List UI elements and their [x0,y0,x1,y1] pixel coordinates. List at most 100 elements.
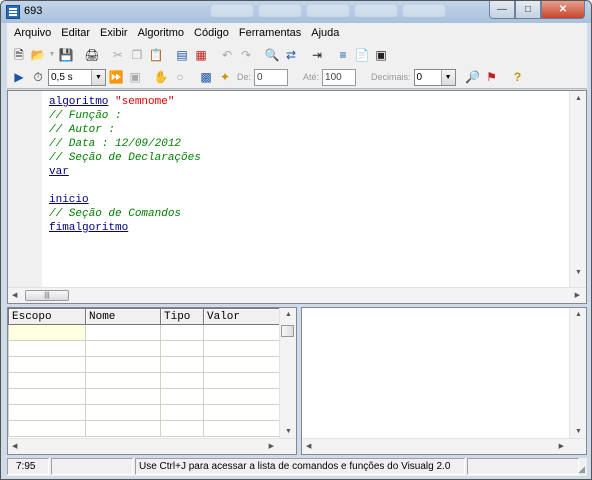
window-icon[interactable]: ▣ [372,46,390,64]
replace-icon[interactable]: ⇄ [282,46,300,64]
table-row[interactable] [8,372,280,389]
magic-wand-icon[interactable]: ✦ [216,68,234,86]
code-line[interactable]: // Autor : [49,123,201,137]
menu-editar[interactable]: Editar [56,27,95,39]
table-cell[interactable] [203,372,280,389]
flag-icon[interactable]: ⚑ [483,68,501,86]
table-cell[interactable] [8,324,86,341]
zoom-icon[interactable]: 🔎 [464,68,482,86]
copy-icon[interactable]: ❐ [128,46,146,64]
resize-grip-icon[interactable]: ◢ [578,464,585,475]
table-cell[interactable] [85,388,161,405]
copy-code-icon[interactable]: ▤ [173,46,191,64]
scroll-down-icon[interactable]: ▼ [575,269,582,276]
scroll-down-icon[interactable]: ▼ [575,428,582,435]
console-icon[interactable]: ▩ [197,68,215,86]
de-input[interactable]: 0 [254,68,289,86]
help-icon[interactable]: ? [509,68,527,86]
scroll-left-icon[interactable]: ◀ [12,442,17,450]
table-row[interactable] [8,356,280,373]
column-header-tipo[interactable]: Tipo [160,308,204,325]
menu-ferramentas[interactable]: Ferramentas [234,27,306,39]
maximize-button[interactable]: □ [515,1,541,19]
table-cell[interactable] [160,388,204,405]
table-row[interactable] [8,404,280,421]
cut-icon[interactable]: ✂ [109,46,127,64]
hand-icon[interactable]: ✋ [152,68,170,86]
table-row[interactable] [8,388,280,405]
table-cell[interactable] [160,356,204,373]
decimais-select[interactable]: 0 ▼ [413,68,456,86]
code-line[interactable] [49,179,201,193]
scroll-down-icon[interactable]: ▼ [285,428,292,435]
step-icon[interactable]: ⏩ [107,68,125,86]
table-cell[interactable] [85,324,161,341]
chevron-down-icon[interactable]: ▼ [91,69,105,85]
find-binoculars-icon[interactable]: 🔍 [263,46,281,64]
editor-horizontal-scrollbar[interactable]: ◀ ||| ▶ [8,287,586,303]
output-vertical-scrollbar[interactable]: ▲ ▼ [569,308,586,439]
table-cell[interactable] [85,340,161,357]
menu-arquivo[interactable]: Arquivo [9,27,56,39]
table-cell[interactable] [8,388,86,405]
code-line[interactable]: // Seção de Comandos [49,207,201,221]
table-cell[interactable] [8,340,86,357]
editor-vertical-scrollbar[interactable]: ▲ ▼ [569,91,586,288]
scroll-up-icon[interactable]: ▲ [285,311,292,318]
paste-icon[interactable]: 📋 [147,46,165,64]
table-row[interactable] [8,340,280,357]
table-cell[interactable] [85,420,161,437]
table-cell[interactable] [85,372,161,389]
document-icon[interactable]: 📄 [353,46,371,64]
table-cell[interactable] [203,356,280,373]
table-cell[interactable] [203,404,280,421]
scroll-right-icon[interactable]: ▶ [559,442,564,450]
table-cell[interactable] [203,420,280,437]
indent-icon[interactable]: ⇥ [308,46,326,64]
paste-code-icon[interactable]: ▦ [192,46,210,64]
code-line[interactable]: inicio [49,193,201,207]
table-cell[interactable] [85,404,161,421]
open-folder-icon[interactable]: 📂 [29,46,47,64]
code-line[interactable]: fimalgoritmo [49,221,201,235]
menu-exibir[interactable]: Exibir [95,27,133,39]
numbered-list-icon[interactable]: ≡ [334,46,352,64]
title-bar[interactable]: 693 — □ ✕ [1,1,591,23]
scroll-up-icon[interactable]: ▲ [575,95,582,102]
stop-icon[interactable]: ▣ [126,68,144,86]
breakpoint-icon[interactable]: ○ [171,68,189,86]
code-line[interactable]: var [49,165,201,179]
output-panel[interactable]: ▲ ▼ ◀ ▶ [301,307,587,455]
undo-icon[interactable]: ↶ [218,46,236,64]
code-line[interactable]: // Função : [49,109,201,123]
save-icon[interactable]: 💾 [57,46,75,64]
table-cell[interactable] [203,324,280,341]
run-icon[interactable]: ▶ [10,68,28,86]
column-header-valor[interactable]: Valor [203,308,280,325]
app-icon[interactable] [6,5,20,19]
code-editor[interactable]: algoritmo "semnome"// Função :// Autor :… [7,90,587,304]
ate-input[interactable]: 100 [322,68,357,86]
table-cell[interactable] [160,340,204,357]
minimize-button[interactable]: — [489,1,515,19]
horizontal-scroll-thumb[interactable]: ||| [25,290,69,301]
table-cell[interactable] [8,372,86,389]
table-cell[interactable] [203,340,280,357]
vertical-scroll-thumb[interactable] [281,325,294,337]
timer-icon[interactable]: ⏱ [29,68,47,86]
code-line[interactable]: // Seção de Declarações [49,151,201,165]
scroll-right-icon[interactable]: ▶ [575,291,580,299]
menu-algoritmo[interactable]: Algoritmo [133,27,189,39]
scroll-left-icon[interactable]: ◀ [306,442,311,450]
table-cell[interactable] [85,356,161,373]
scroll-up-icon[interactable]: ▲ [575,311,582,318]
speed-select[interactable]: 0,5 s ▼ [48,68,106,86]
table-cell[interactable] [8,356,86,373]
table-row[interactable] [8,324,280,341]
scroll-right-icon[interactable]: ▶ [269,442,274,450]
table-cell[interactable] [8,420,86,437]
code-line[interactable]: // Data : 12/09/2012 [49,137,201,151]
table-row[interactable] [8,420,280,437]
output-horizontal-scrollbar[interactable]: ◀ ▶ [302,438,586,454]
redo-icon[interactable]: ↷ [237,46,255,64]
